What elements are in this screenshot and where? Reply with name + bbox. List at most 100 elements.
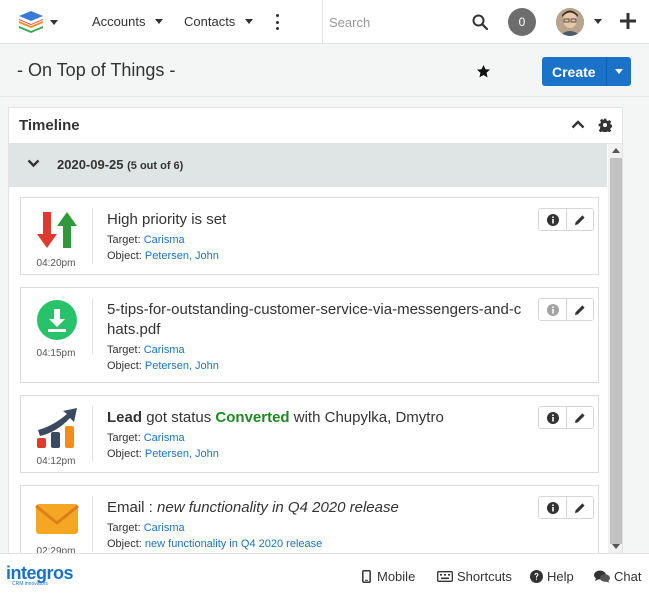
entry-actions (538, 406, 594, 429)
star-icon[interactable] (476, 64, 491, 79)
nav-contacts[interactable]: Contacts (184, 14, 254, 29)
edit-button[interactable] (566, 497, 593, 518)
date-group-header[interactable]: 2020-09-25 (5 out of 6) (9, 143, 607, 187)
entry-object: Object: new functionality in Q4 2020 rel… (107, 538, 527, 550)
stacked-layers-icon (19, 11, 43, 33)
panel-title: Timeline (19, 117, 80, 134)
chat-link[interactable]: Chat (594, 569, 641, 584)
target-link[interactable]: Carisma (144, 522, 185, 534)
info-icon (546, 213, 559, 226)
entry-object: Object: Petersen, John (107, 360, 527, 372)
plus-icon[interactable] (619, 12, 637, 30)
timeline-entry: 04:12pm Lead got status Converted with C… (20, 395, 599, 473)
timeline-entry: 04:15pm 5-tips-for-outstanding-customer-… (20, 287, 599, 383)
chevron-down-icon (27, 159, 40, 168)
search-icon[interactable] (472, 14, 488, 30)
entry-object: Object: Petersen, John (107, 250, 527, 262)
app-menu-button[interactable] (18, 10, 62, 34)
divider (92, 298, 93, 354)
scroll-down-arrow-icon[interactable] (612, 544, 620, 549)
object-link[interactable]: Petersen, John (145, 250, 219, 262)
target-label: Target: (107, 522, 141, 534)
entry-body: Lead got status Converted with Chupylka,… (107, 408, 527, 460)
logo-text: integros (6, 563, 74, 583)
email-subject: new functionality in Q4 2020 release (157, 499, 399, 516)
object-label: Object: (107, 448, 142, 460)
create-dropdown-button[interactable] (606, 57, 631, 86)
company-logo[interactable]: integros CRM innovators (6, 563, 74, 587)
object-link[interactable]: new functionality in Q4 2020 release (145, 538, 322, 550)
entry-title: 5-tips-for-outstanding-customer-service-… (107, 301, 522, 338)
info-icon (546, 303, 559, 316)
target-label: Target: (107, 344, 141, 356)
info-button[interactable] (539, 299, 566, 320)
entry-title: High priority is set (107, 211, 227, 228)
entry-target: Target: Carisma (107, 344, 527, 356)
footer: integros CRM innovators Mobile Shortcuts… (0, 553, 649, 595)
chevron-down-icon[interactable] (594, 19, 602, 24)
notifications-badge[interactable]: 0 (508, 8, 536, 36)
entry-object: Object: Petersen, John (107, 448, 527, 460)
timeline-entry: 04:20pm High priority is set Target: Car… (20, 197, 599, 275)
info-button[interactable] (539, 497, 566, 518)
target-label: Target: (107, 432, 141, 444)
object-label: Object: (107, 250, 142, 262)
timeline-panel: Timeline 2020-09-25 (5 out of 6) 04:20pm… (8, 107, 623, 567)
entry-title-mid: got status (146, 409, 212, 426)
help-link[interactable]: Help (530, 569, 574, 584)
scroll-up-arrow-icon[interactable] (612, 148, 620, 153)
shortcuts-label: Shortcuts (457, 569, 512, 584)
mobile-phone-icon (362, 570, 371, 583)
chevron-up-icon[interactable] (571, 119, 585, 129)
nav-accounts-label: Accounts (92, 14, 146, 29)
entry-title-end: with Chupylka, Dmytro (293, 409, 444, 426)
nav-accounts[interactable]: Accounts (92, 14, 164, 29)
priority-arrows-icon (37, 212, 77, 248)
entry-title-prefix: Email : (107, 499, 153, 516)
date-group-label: 2020-09-25 (5 out of 6) (57, 157, 183, 172)
target-label: Target: (107, 234, 141, 246)
more-menu-icon[interactable] (274, 14, 280, 30)
info-icon (546, 411, 559, 424)
entry-actions (538, 208, 594, 231)
scrollbar[interactable] (608, 144, 622, 566)
question-circle-icon (530, 570, 543, 583)
edit-button[interactable] (566, 299, 593, 320)
chevron-down-icon (614, 69, 623, 74)
create-button-group: Create (542, 57, 631, 86)
entry-body: High priority is set Target: Carisma Obj… (107, 210, 527, 262)
target-link[interactable]: Carisma (144, 234, 185, 246)
object-link[interactable]: Petersen, John (145, 448, 219, 460)
page-header: - On Top of Things - Create (0, 44, 649, 97)
divider (92, 496, 93, 552)
object-link[interactable]: Petersen, John (145, 360, 219, 372)
entry-body: 5-tips-for-outstanding-customer-service-… (107, 300, 527, 372)
avatar[interactable] (556, 8, 584, 36)
create-button[interactable]: Create (542, 57, 607, 86)
entry-time: 04:20pm (36, 258, 76, 269)
divider (92, 406, 93, 462)
pencil-icon (575, 412, 585, 423)
pencil-icon (575, 214, 585, 225)
search-input[interactable] (329, 12, 469, 32)
entry-body: Email : new functionality in Q4 2020 rel… (107, 498, 527, 550)
shortcuts-link[interactable]: Shortcuts (437, 569, 512, 584)
edit-button[interactable] (566, 407, 593, 428)
entry-time: 04:12pm (36, 456, 76, 467)
edit-button[interactable] (566, 209, 593, 230)
target-link[interactable]: Carisma (144, 344, 185, 356)
growth-chart-icon (37, 408, 77, 448)
entry-actions (538, 298, 594, 321)
gear-icon[interactable] (598, 118, 612, 132)
chevron-down-icon (155, 19, 164, 24)
date-count: (5 out of 6) (127, 160, 184, 172)
status-label: Converted (215, 409, 290, 426)
mobile-link[interactable]: Mobile (362, 569, 415, 584)
target-link[interactable]: Carisma (144, 432, 185, 444)
info-button[interactable] (539, 407, 566, 428)
info-button[interactable] (539, 209, 566, 230)
object-label: Object: (107, 360, 142, 372)
scroll-thumb[interactable] (610, 158, 622, 544)
help-label: Help (547, 569, 574, 584)
download-circle-icon (37, 300, 77, 340)
